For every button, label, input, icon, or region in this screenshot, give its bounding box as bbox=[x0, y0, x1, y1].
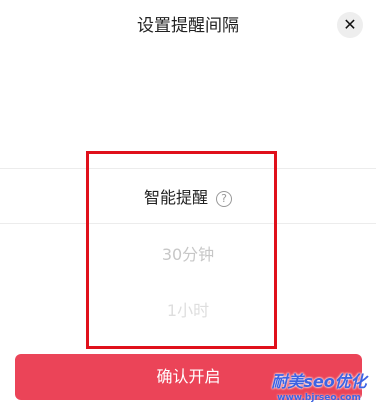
question-circle-icon[interactable]: ? bbox=[216, 191, 232, 207]
picker-option-30-minutes[interactable]: 30分钟 bbox=[0, 244, 376, 266]
picker-option-smart-reminder[interactable]: 智能提醒? bbox=[0, 187, 376, 209]
picker-option-label: 智能提醒 bbox=[143, 188, 208, 207]
interval-picker[interactable]: 智能提醒? 30分钟 1小时 bbox=[0, 110, 376, 346]
close-icon: ✕ bbox=[343, 15, 357, 34]
close-button[interactable]: ✕ bbox=[337, 12, 363, 38]
picker-option-1-hour[interactable]: 1小时 bbox=[0, 300, 376, 322]
dialog-title: 设置提醒间隔 bbox=[137, 16, 239, 36]
confirm-enable-button[interactable]: 确认开启 bbox=[15, 354, 362, 400]
dialog-header: 设置提醒间隔 ✕ bbox=[0, 0, 376, 52]
